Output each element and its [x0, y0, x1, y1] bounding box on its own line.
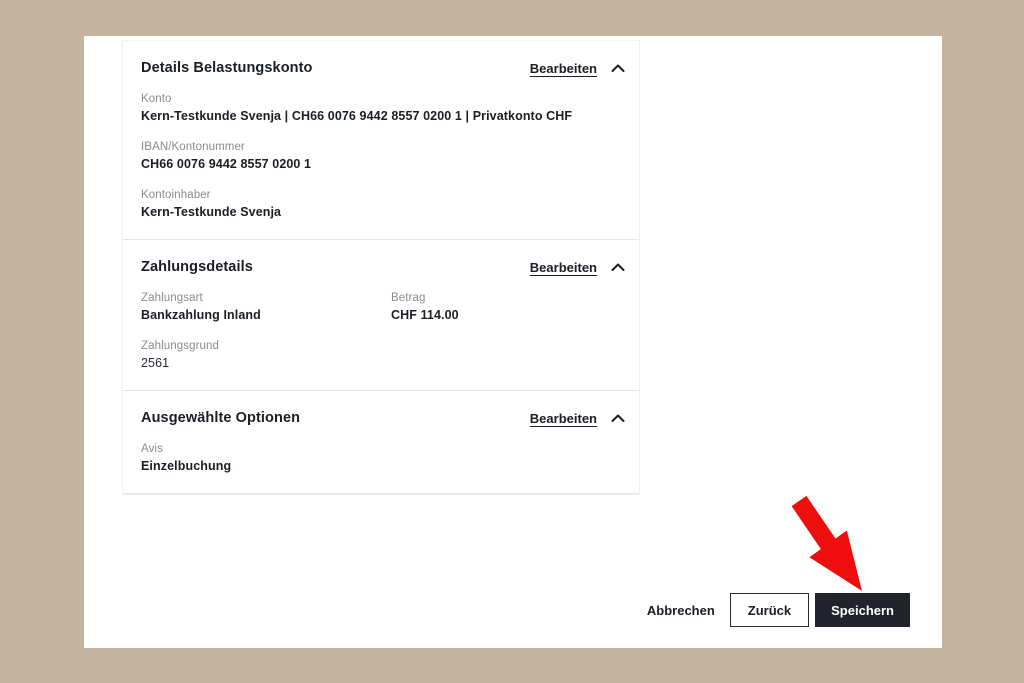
field-label: Betrag	[391, 292, 426, 304]
field-zahlungsart: Zahlungsart Bankzahlung Inland	[141, 292, 391, 322]
field-zahlungsgrund: Zahlungsgrund 2561	[141, 340, 626, 370]
section-title: Details Belastungskonto	[141, 60, 313, 76]
section-title: Zahlungsdetails	[141, 259, 253, 275]
section-header-actions: Bearbeiten	[530, 411, 626, 426]
section-fields: Avis Einzelbuchung	[141, 443, 626, 473]
section-payment-details: Zahlungsdetails Bearbeiten Zahlungsart B…	[123, 240, 639, 391]
field-label: Kontoinhaber	[141, 189, 211, 201]
field-konto: Konto Kern-Testkunde Svenja | CH66 0076 …	[141, 93, 626, 123]
save-button[interactable]: Speichern	[815, 593, 910, 627]
field-label: Avis	[141, 443, 163, 455]
chevron-up-icon[interactable]	[610, 62, 626, 74]
page-background: Details Belastungskonto Bearbeiten Konto…	[0, 0, 1024, 683]
section-fields: Zahlungsart Bankzahlung Inland Betrag CH…	[141, 292, 626, 370]
field-label: Konto	[141, 93, 172, 105]
field-value: CH66 0076 9442 8557 0200 1	[141, 157, 312, 171]
section-fields: Konto Kern-Testkunde Svenja | CH66 0076 …	[141, 93, 626, 219]
field-value: Kern-Testkunde Svenja | CH66 0076 9442 8…	[141, 109, 573, 123]
summary-accordion: Details Belastungskonto Bearbeiten Konto…	[122, 40, 640, 495]
chevron-up-icon[interactable]	[610, 412, 626, 424]
field-value: CHF 114.00	[391, 308, 459, 322]
section-header: Details Belastungskonto Bearbeiten	[141, 60, 626, 76]
field-label: Zahlungsgrund	[141, 340, 220, 352]
field-value: Kern-Testkunde Svenja	[141, 205, 282, 219]
section-header-actions: Bearbeiten	[530, 260, 626, 275]
field-label: IBAN/Kontonummer	[141, 141, 245, 153]
field-label: Zahlungsart	[141, 292, 203, 304]
field-value: Einzelbuchung	[141, 459, 232, 473]
edit-link[interactable]: Bearbeiten	[530, 260, 597, 275]
field-value: 2561	[141, 356, 170, 370]
cancel-button[interactable]: Abbrechen	[647, 593, 715, 627]
section-header-actions: Bearbeiten	[530, 61, 626, 76]
payment-summary-card: Details Belastungskonto Bearbeiten Konto…	[84, 36, 942, 648]
section-header: Ausgewählte Optionen Bearbeiten	[141, 410, 626, 426]
back-button[interactable]: Zurück	[729, 593, 810, 627]
section-selected-options: Ausgewählte Optionen Bearbeiten Avis Ein…	[123, 391, 639, 494]
field-value: Bankzahlung Inland	[141, 308, 261, 322]
action-bar: Abbrechen Zurück Speichern	[647, 593, 910, 627]
section-header: Zahlungsdetails Bearbeiten	[141, 259, 626, 275]
section-title: Ausgewählte Optionen	[141, 410, 301, 426]
field-kontoinhaber: Kontoinhaber Kern-Testkunde Svenja	[141, 189, 626, 219]
edit-link[interactable]: Bearbeiten	[530, 61, 597, 76]
field-iban: IBAN/Kontonummer CH66 0076 9442 8557 020…	[141, 141, 626, 171]
chevron-up-icon[interactable]	[610, 261, 626, 273]
field-betrag: Betrag CHF 114.00	[391, 292, 626, 338]
edit-link[interactable]: Bearbeiten	[530, 411, 597, 426]
section-debit-account: Details Belastungskonto Bearbeiten Konto…	[123, 41, 639, 240]
field-row: Zahlungsart Bankzahlung Inland Betrag CH…	[141, 292, 626, 340]
field-avis: Avis Einzelbuchung	[141, 443, 626, 473]
